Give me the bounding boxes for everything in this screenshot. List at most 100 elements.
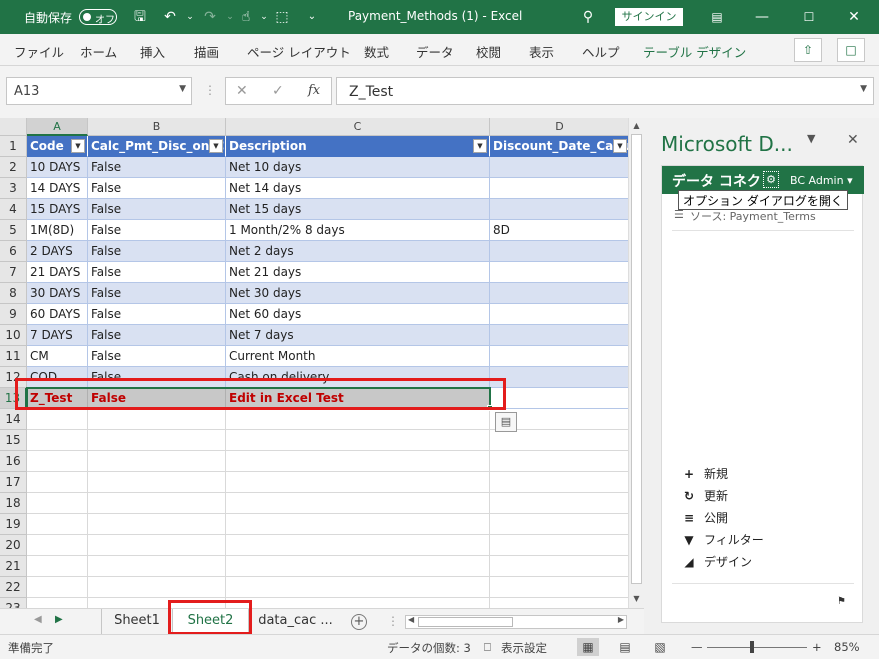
table-cell[interactable] — [490, 178, 628, 199]
table-cell[interactable]: 1 Month/2% 8 days — [226, 220, 490, 241]
table-cell[interactable] — [490, 325, 628, 346]
table-cell[interactable] — [490, 556, 628, 577]
table-cell[interactable] — [490, 157, 628, 178]
table-cell[interactable] — [88, 514, 226, 535]
add-sheet-icon[interactable]: + — [351, 614, 367, 630]
row-header-3[interactable]: 3 — [0, 178, 27, 199]
row-header-19[interactable]: 19 — [0, 514, 27, 535]
table-header-cell[interactable]: Description ▼ — [226, 136, 490, 157]
table-cell[interactable] — [490, 388, 628, 409]
table-cell[interactable] — [490, 283, 628, 304]
cancel-icon[interactable]: ✕ — [236, 83, 248, 99]
share-icon[interactable]: ⇧ — [794, 38, 822, 62]
undo-icon[interactable]: ↶ — [160, 6, 180, 28]
row-header-4[interactable]: 4 — [0, 199, 27, 220]
table-cell[interactable] — [88, 556, 226, 577]
row-header-17[interactable]: 17 — [0, 472, 27, 493]
table-cell[interactable]: 60 DAYS — [27, 304, 88, 325]
table-cell[interactable]: 10 DAYS — [27, 157, 88, 178]
table-cell[interactable] — [88, 430, 226, 451]
next-sheet-icon[interactable]: ▶ — [55, 614, 63, 625]
table-cell[interactable] — [27, 556, 88, 577]
sheet-tab-data-cache[interactable]: data_cac ... — [249, 609, 342, 634]
table-cell[interactable] — [490, 493, 628, 514]
table-cell[interactable]: Net 2 days — [226, 241, 490, 262]
row-header-10[interactable]: 10 — [0, 325, 27, 346]
column-header-d[interactable]: D — [490, 118, 628, 136]
table-cell[interactable]: 8D — [490, 220, 628, 241]
select-all-corner[interactable] — [0, 118, 27, 136]
table-cell[interactable] — [88, 409, 226, 430]
tab-data[interactable]: データ — [416, 42, 454, 61]
row-header-21[interactable]: 21 — [0, 556, 27, 577]
table-cell[interactable] — [490, 451, 628, 472]
row-header-16[interactable]: 16 — [0, 451, 27, 472]
normal-view-icon[interactable]: ▦ — [577, 638, 599, 656]
table-cell[interactable] — [226, 535, 490, 556]
touch-mode-icon[interactable]: ☝ — [236, 6, 256, 28]
comments-icon[interactable]: □ — [837, 38, 865, 62]
table-cell[interactable]: False — [88, 157, 226, 178]
filter-dropdown-icon[interactable]: ▼ — [71, 139, 85, 153]
table-cell[interactable]: 30 DAYS — [27, 283, 88, 304]
table-cell[interactable] — [490, 472, 628, 493]
column-header-a[interactable]: A — [27, 118, 88, 136]
page-layout-view-icon[interactable]: ▤ — [614, 638, 636, 656]
page-break-view-icon[interactable]: ▧ — [649, 638, 671, 656]
table-cell[interactable] — [226, 556, 490, 577]
filter-dropdown-icon[interactable]: ▼ — [613, 139, 627, 153]
row-header-23[interactable]: 23 — [0, 598, 27, 608]
zoom-level[interactable]: 85% — [834, 640, 860, 654]
formula-input[interactable]: Z_Test ▼ — [336, 77, 874, 105]
table-header-cell[interactable]: Calc_Pmt_Disc_on_C ▼ — [88, 136, 226, 157]
table-cell[interactable]: False — [88, 283, 226, 304]
table-cell[interactable] — [226, 409, 490, 430]
table-cell[interactable] — [27, 451, 88, 472]
customize-icon[interactable]: ⌄ — [302, 6, 322, 28]
signin-button[interactable]: サインイン — [615, 8, 683, 26]
pane-close-icon[interactable]: ✕ — [847, 132, 859, 148]
action-refresh[interactable]: ↻ 更新 — [680, 487, 728, 504]
row-header-11[interactable]: 11 — [0, 346, 27, 367]
table-cell[interactable] — [490, 514, 628, 535]
filter-dropdown-icon[interactable]: ▼ — [209, 139, 223, 153]
table-cell[interactable]: Net 21 days — [226, 262, 490, 283]
table-cell[interactable] — [88, 493, 226, 514]
table-cell[interactable] — [88, 451, 226, 472]
tab-review[interactable]: 校閲 — [476, 42, 501, 61]
table-cell[interactable] — [226, 514, 490, 535]
table-cell[interactable] — [490, 430, 628, 451]
select-icon[interactable]: ⬚ — [272, 6, 292, 28]
table-cell[interactable]: False — [88, 325, 226, 346]
save-icon[interactable]: 🖫 — [130, 6, 150, 28]
column-header-c[interactable]: C — [226, 118, 490, 136]
table-cell[interactable]: False — [88, 220, 226, 241]
table-cell[interactable]: 7 DAYS — [27, 325, 88, 346]
table-cell[interactable] — [490, 367, 628, 388]
table-cell[interactable]: CM — [27, 346, 88, 367]
tab-draw[interactable]: 描画 — [194, 42, 219, 61]
scroll-down-icon[interactable]: ▼ — [629, 592, 644, 606]
column-header-b[interactable]: B — [88, 118, 226, 136]
table-cell[interactable] — [490, 346, 628, 367]
row-header-18[interactable]: 18 — [0, 493, 27, 514]
name-box[interactable]: A13 ▼ — [6, 77, 192, 105]
table-cell[interactable] — [490, 199, 628, 220]
table-cell[interactable] — [490, 577, 628, 598]
table-cell[interactable]: Net 15 days — [226, 199, 490, 220]
zoom-slider[interactable] — [707, 647, 807, 648]
table-cell[interactable]: False — [88, 346, 226, 367]
account-menu[interactable]: BC Admin ▾ — [790, 174, 853, 187]
expand-formula-icon[interactable]: ▼ — [860, 84, 867, 94]
table-cell[interactable] — [27, 493, 88, 514]
table-header-cell[interactable]: Code ▼ — [27, 136, 88, 157]
table-cell[interactable]: False — [88, 304, 226, 325]
tab-home[interactable]: ホーム — [80, 42, 117, 61]
autosave-toggle[interactable]: オフ — [79, 9, 117, 26]
display-settings-icon[interactable]: ⎕ — [484, 640, 491, 655]
table-cell[interactable]: False — [88, 178, 226, 199]
display-settings-button[interactable]: 表示設定 — [501, 640, 547, 656]
close-icon[interactable]: ✕ — [842, 5, 866, 29]
filter-dropdown-icon[interactable]: ▼ — [473, 139, 487, 153]
scroll-up-icon[interactable]: ▲ — [629, 119, 644, 133]
